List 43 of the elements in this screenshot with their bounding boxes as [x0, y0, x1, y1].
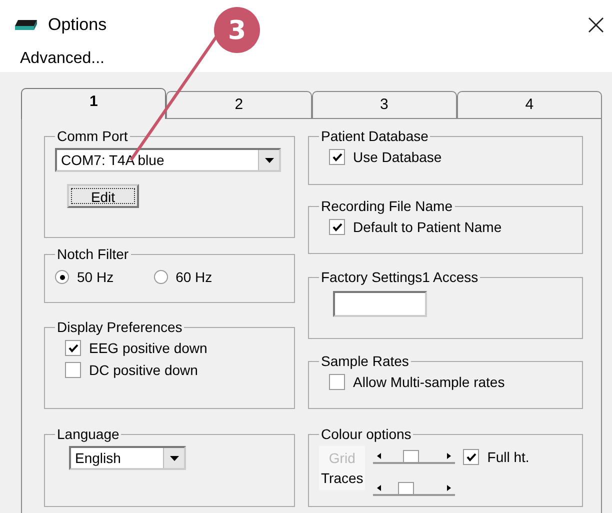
group-title: Factory Settings1 Access — [320, 269, 480, 285]
check-icon — [68, 342, 78, 354]
check-icon — [466, 452, 477, 462]
radio-option[interactable]: 50 Hz — [55, 266, 114, 288]
group-title: Patient Database — [320, 128, 430, 144]
checkbox[interactable]: DC positive down — [65, 359, 286, 381]
check-icon — [332, 152, 342, 162]
checkbox[interactable]: Allow Multi-sample rates — [329, 371, 574, 393]
group-title: Notch Filter — [56, 246, 130, 262]
right-arrow-icon — [447, 485, 452, 491]
device-icon — [14, 19, 38, 31]
checkbox[interactable]: Use Database — [329, 146, 574, 168]
window-title: Options — [48, 15, 107, 35]
tab[interactable]: 4 — [456, 91, 602, 118]
traces-label: Traces — [321, 470, 364, 486]
checkbox[interactable]: Full ht. — [463, 446, 530, 468]
group-title: Colour options — [320, 426, 412, 442]
access-field[interactable] — [333, 291, 427, 317]
right-arrow-icon — [447, 453, 452, 459]
caret-icon — [264, 158, 274, 162]
tab[interactable]: 2 — [166, 91, 312, 118]
checkbox[interactable]: Default to Patient Name — [329, 216, 574, 238]
group-title: Sample Rates — [320, 353, 410, 369]
dropdown[interactable]: COM7: T4A blue — [55, 148, 281, 172]
checkbox[interactable]: EEG positive down — [65, 337, 286, 359]
close-icon[interactable] — [588, 17, 604, 33]
tab[interactable]: 3 — [312, 91, 457, 118]
group-title: Comm Port — [56, 128, 129, 144]
grid-label: Grid — [328, 450, 356, 466]
dropdown[interactable]: English — [69, 446, 186, 470]
colour-slider[interactable] — [373, 450, 456, 464]
radio-option[interactable]: 60 Hz — [154, 266, 212, 288]
edit-button[interactable]: Edit — [67, 184, 139, 208]
group-title: Display Preferences — [56, 319, 184, 335]
colour-slider[interactable] — [373, 482, 456, 496]
tab[interactable]: 1 — [21, 88, 166, 119]
group-title: Language — [56, 426, 120, 442]
menu-item[interactable]: Advanced... — [20, 50, 104, 68]
check-icon — [332, 222, 342, 232]
left-arrow-icon — [377, 453, 382, 459]
left-arrow-icon — [377, 485, 382, 491]
caret-icon — [170, 456, 178, 460]
group-title: Recording File Name — [320, 198, 454, 214]
